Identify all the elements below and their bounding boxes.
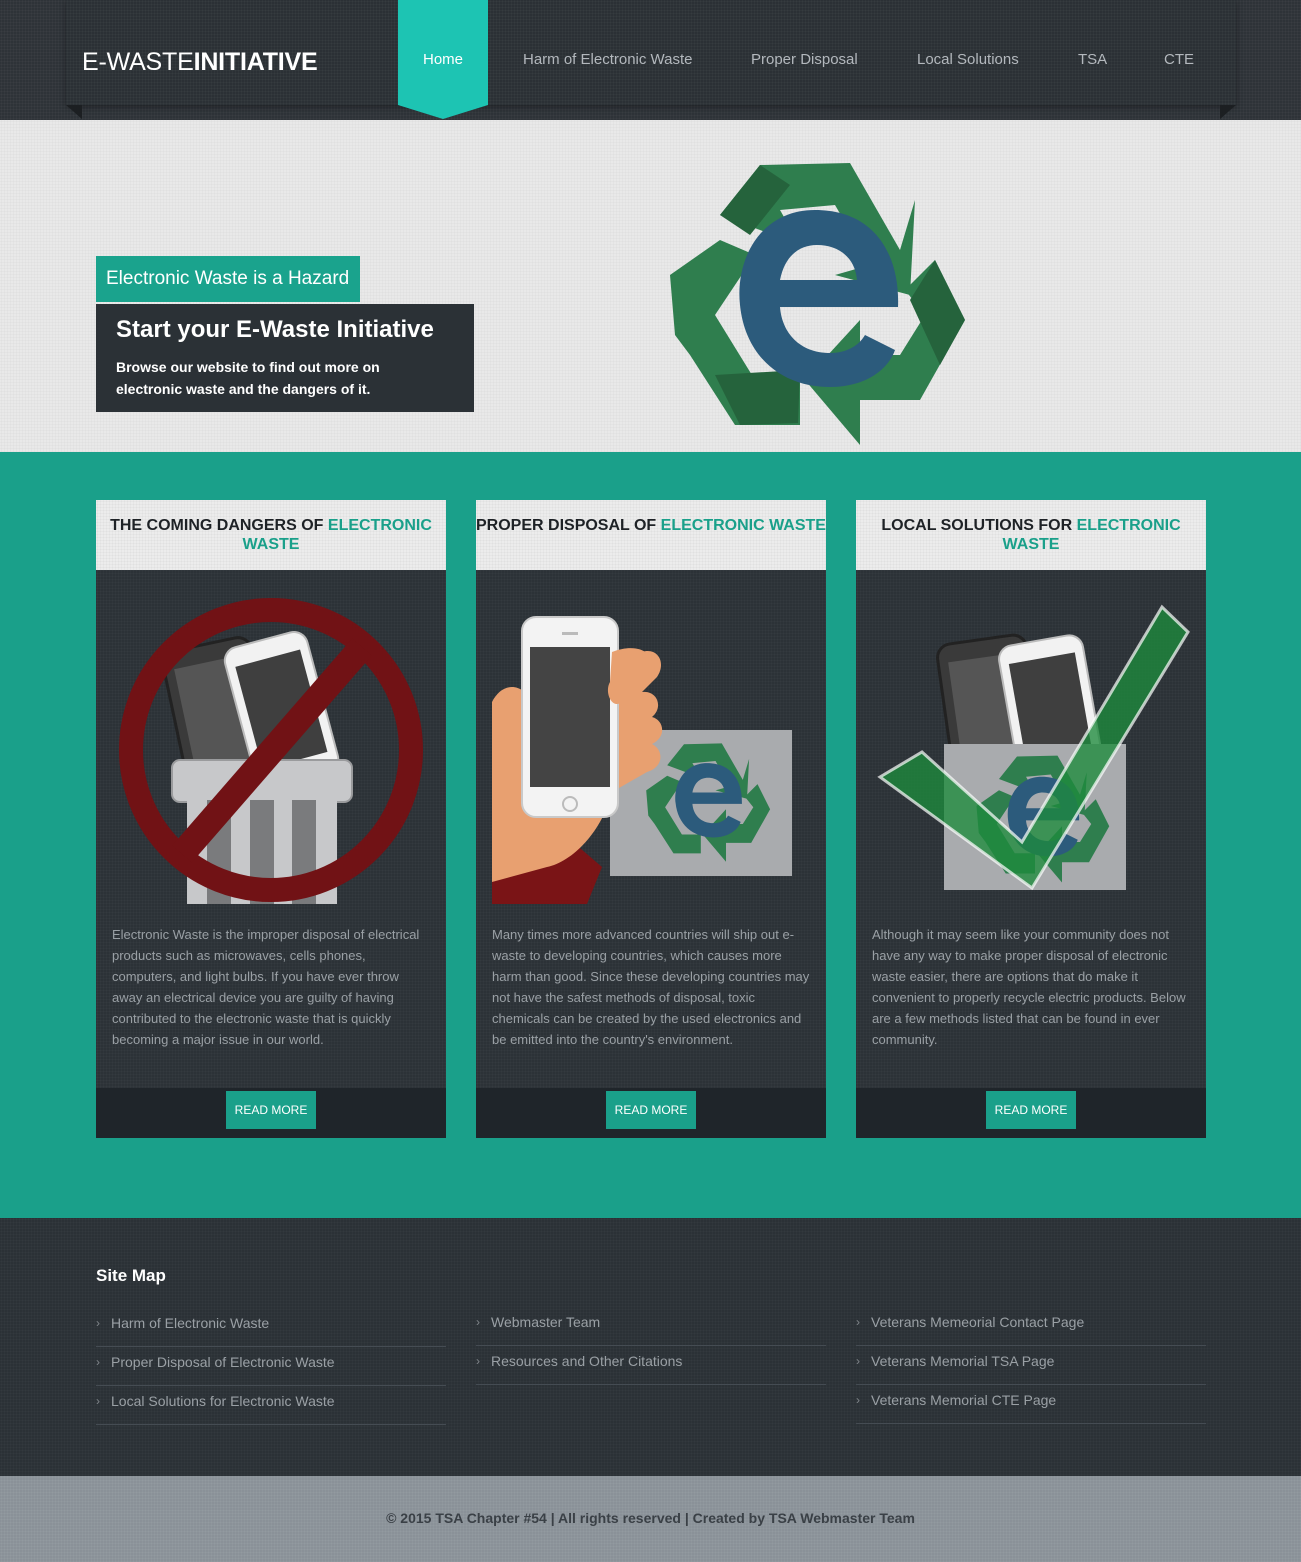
nav-home[interactable]: Home <box>423 50 463 70</box>
copyright-text: © 2015 TSA Chapter #54 | All rights rese… <box>386 1510 915 1526</box>
header-fold-left <box>66 105 82 119</box>
chevron-right-icon: › <box>476 1315 480 1329</box>
chevron-right-icon: › <box>476 1354 480 1368</box>
card-heading-accent: ELECTRONIC WASTE <box>660 517 826 534</box>
feature-card-dangers: THE COMING DANGERS OF ELECTRONIC WASTE E… <box>96 500 446 1138</box>
sitemap-link[interactable]: › Veterans Memeorial Contact Page <box>856 1307 1206 1346</box>
hero-caption-box: Start your E-Waste Initiative Browse our… <box>96 304 474 412</box>
no-phones-in-trash-icon <box>119 598 423 904</box>
header-fold-right <box>1220 105 1236 119</box>
sitemap-link-label: Harm of Electronic Waste <box>111 1315 270 1331</box>
chevron-right-icon: › <box>96 1355 100 1369</box>
chevron-right-icon: › <box>96 1316 100 1330</box>
chevron-right-icon: › <box>856 1354 860 1368</box>
hero-badge: Electronic Waste is a Hazard <box>96 256 360 302</box>
nav-tsa[interactable]: TSA <box>1078 50 1107 70</box>
sitemap-link[interactable]: › Veterans Memorial CTE Page <box>856 1385 1206 1424</box>
sitemap-link[interactable]: › Webmaster Team <box>476 1307 826 1346</box>
card-heading-dark: PROPER DISPOSAL OF <box>476 517 657 534</box>
card-heading-dark: THE COMING DANGERS OF <box>110 517 324 534</box>
phone-to-recycle-bin-icon <box>492 616 792 904</box>
sitemap-link-label: Local Solutions for Electronic Waste <box>111 1393 335 1409</box>
nav-local-solutions[interactable]: Local Solutions <box>917 50 1019 70</box>
nav-cte[interactable]: CTE <box>1164 50 1194 70</box>
sitemap-title: Site Map <box>96 1266 166 1285</box>
nav-active-tab-tip <box>398 105 488 119</box>
sitemap-link-label: Veterans Memorial TSA Page <box>871 1353 1055 1369</box>
nav-proper-disposal[interactable]: Proper Disposal <box>751 50 858 70</box>
card-footer: READ MORE <box>476 1088 826 1138</box>
sitemap-link-label: Resources and Other Citations <box>491 1353 683 1369</box>
chevron-right-icon: › <box>96 1394 100 1408</box>
card-text: Although it may seem like your community… <box>872 927 1186 1047</box>
card-heading: PROPER DISPOSAL OF ELECTRONIC WASTE <box>476 500 826 570</box>
hero-text: Browse our website to find out more on e… <box>116 359 380 397</box>
read-more-button[interactable]: READ MORE <box>226 1091 316 1129</box>
card-text: Many times more advanced countries will … <box>492 927 810 1047</box>
phones-recycled-checkmark-icon <box>877 604 1190 891</box>
feature-card-disposal: PROPER DISPOSAL OF ELECTRONIC WASTE Many… <box>476 500 826 1138</box>
feature-card-local-solutions: LOCAL SOLUTIONS FOR ELECTRONIC WASTE Alt… <box>856 500 1206 1138</box>
logo-text-light: E-WASTE <box>82 48 194 76</box>
card-heading-dark: LOCAL SOLUTIONS FOR <box>881 517 1073 534</box>
nav-harm-of-electronic-waste[interactable]: Harm of Electronic Waste <box>523 50 693 70</box>
card-text: Electronic Waste is the improper disposa… <box>112 927 420 1047</box>
sitemap-link-label: Webmaster Team <box>491 1314 601 1330</box>
sitemap-link[interactable]: › Veterans Memorial TSA Page <box>856 1346 1206 1385</box>
sitemap-link[interactable]: › Proper Disposal of Electronic Waste <box>96 1347 446 1386</box>
card-heading: THE COMING DANGERS OF ELECTRONIC WASTE <box>96 500 446 570</box>
sitemap-link[interactable]: › Resources and Other Citations <box>476 1346 826 1385</box>
read-more-button[interactable]: READ MORE <box>986 1091 1076 1129</box>
site-logo[interactable]: E-WASTEINITIATIVE <box>82 48 318 76</box>
sitemap-link-label: Veterans Memeorial Contact Page <box>871 1314 1085 1330</box>
card-footer: READ MORE <box>856 1088 1206 1138</box>
sitemap-link[interactable]: › Local Solutions for Electronic Waste <box>96 1386 446 1425</box>
letter-e <box>739 210 899 387</box>
read-more-button[interactable]: READ MORE <box>606 1091 696 1129</box>
hero-title: Start your E-Waste Initiative <box>116 316 434 343</box>
card-heading: LOCAL SOLUTIONS FOR ELECTRONIC WASTE <box>856 500 1206 570</box>
sitemap-link-label: Veterans Memorial CTE Page <box>871 1392 1057 1408</box>
sitemap-link[interactable]: › Harm of Electronic Waste <box>96 1308 446 1347</box>
chevron-right-icon: › <box>856 1315 860 1329</box>
logo-text-bold: INITIATIVE <box>193 48 318 76</box>
card-footer: READ MORE <box>96 1088 446 1138</box>
chevron-right-icon: › <box>856 1393 860 1407</box>
e-waste-recycle-logo-icon <box>670 163 965 445</box>
sitemap-link-label: Proper Disposal of Electronic Waste <box>111 1354 335 1370</box>
